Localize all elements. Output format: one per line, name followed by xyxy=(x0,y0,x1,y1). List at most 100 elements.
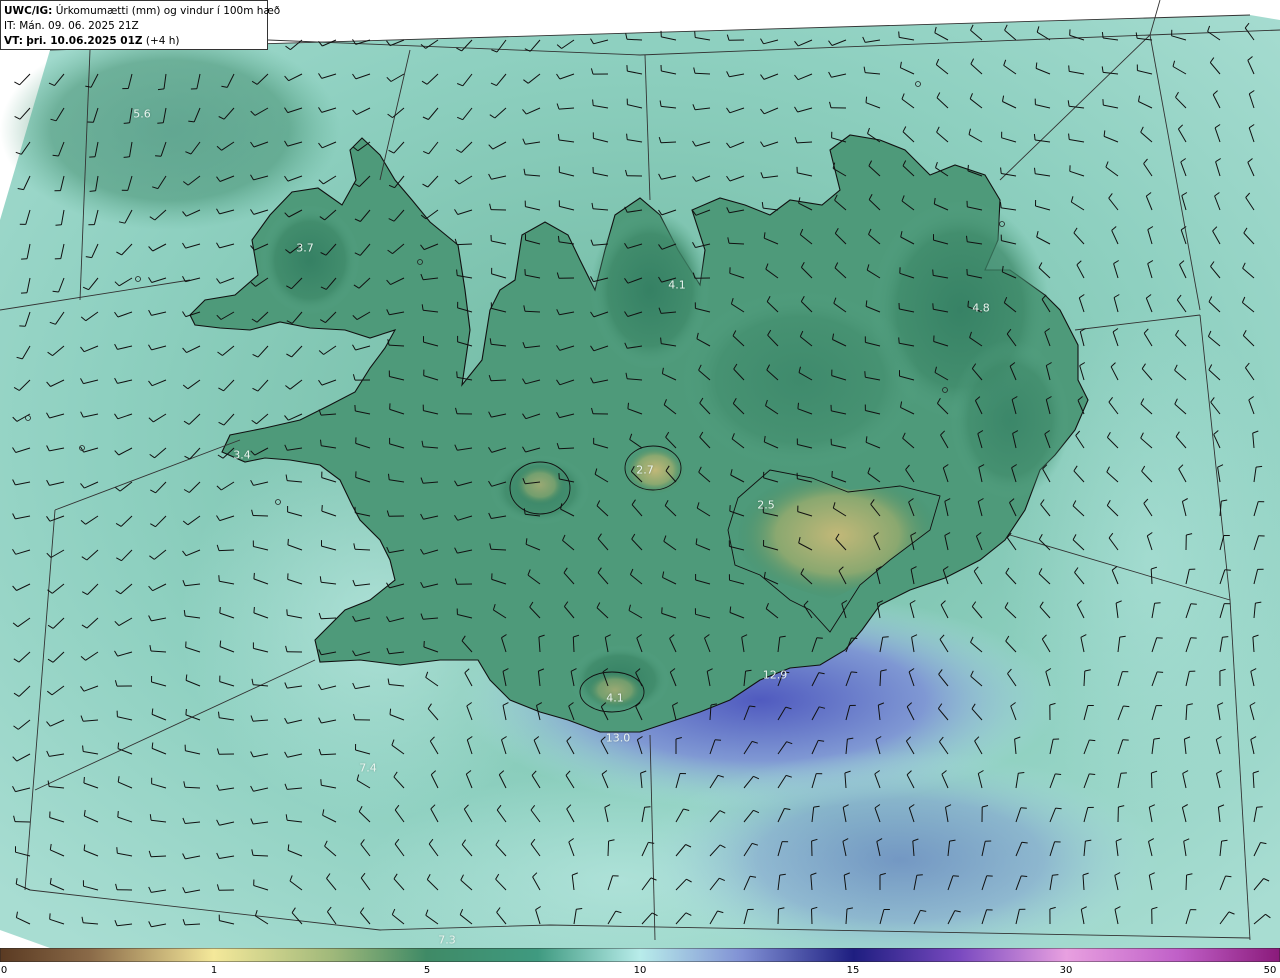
map-value-label: 7.4 xyxy=(359,761,377,775)
glacier-hofsjokull xyxy=(625,446,685,494)
colorbar-tick: 15 xyxy=(846,965,860,976)
wind-barb xyxy=(320,617,337,620)
wind-barb-feather xyxy=(151,742,154,749)
wind-barb-feather xyxy=(456,269,458,276)
wind-barb-feather xyxy=(1055,773,1062,775)
wind-barb xyxy=(490,548,507,551)
wind-barb-feather xyxy=(626,133,628,140)
colorbar-tick: 0 xyxy=(0,965,8,976)
wind-barb-feather xyxy=(576,908,583,910)
wind-barb-feather xyxy=(1052,874,1059,876)
wind-barb-feather xyxy=(320,439,322,446)
wind-barb-feather xyxy=(185,674,188,681)
wind-barb-feather xyxy=(456,371,458,378)
wind-barb-feather xyxy=(851,671,858,673)
wind-barb-feather xyxy=(52,154,59,157)
wind-barb-feather xyxy=(1157,671,1164,673)
wind-barb xyxy=(694,72,711,75)
wind-barb-feather xyxy=(321,505,323,512)
wind-barb xyxy=(777,908,779,925)
wind-barb xyxy=(218,549,235,552)
wind-barb-feather xyxy=(916,874,923,876)
wind-barb xyxy=(252,515,269,517)
map-value-label: 7.3 xyxy=(438,933,456,947)
wind-barb-feather xyxy=(932,269,934,276)
map-value-label: 12.9 xyxy=(762,668,788,682)
wind-barb-feather xyxy=(1154,602,1161,604)
wind-barb-feather xyxy=(151,708,154,715)
wind-barb-feather xyxy=(966,235,968,242)
wind-barb-feather xyxy=(1055,807,1062,810)
wind-barb-feather xyxy=(660,337,662,344)
map-value-label: 4.8 xyxy=(972,301,990,315)
wind-barb-feather xyxy=(123,122,130,124)
model-label: UWC/IG: xyxy=(4,5,53,17)
forecast-offset: (+4 h) xyxy=(145,35,180,47)
colorbar-tick: 10 xyxy=(633,965,647,976)
wind-barb xyxy=(811,908,813,925)
wind-barb-feather xyxy=(1000,167,1002,174)
wind-barb xyxy=(626,38,643,41)
wind-barb xyxy=(320,753,337,756)
map-title: Úrkomumætti (mm) og vindur í 100m hæð xyxy=(55,5,281,17)
wind-barb-feather xyxy=(55,224,62,226)
wind-barb-feather xyxy=(1256,465,1263,468)
wind-barb-feather xyxy=(116,847,118,854)
wind-barb-feather xyxy=(287,538,289,545)
wind-barb-feather xyxy=(117,811,119,818)
precip-colorbar xyxy=(0,948,1280,962)
wind-barb-feather xyxy=(117,742,120,749)
wind-barb-feather xyxy=(627,402,629,409)
wind-barb-feather xyxy=(1089,739,1096,742)
wind-barb-feather xyxy=(218,711,220,718)
wind-barb-feather xyxy=(1089,773,1096,775)
wind-barb-feather xyxy=(932,303,934,310)
wind-barb-feather xyxy=(557,235,560,242)
wind-barb-feather xyxy=(967,164,969,171)
wind-barb-feather xyxy=(851,637,858,639)
wind-barb xyxy=(1150,772,1153,789)
map-value-label: 3.4 xyxy=(233,448,251,462)
glacier-langjokull xyxy=(515,465,565,505)
wind-barb-feather xyxy=(1033,133,1036,141)
colorbar-tick: 5 xyxy=(423,965,431,976)
wind-barb-feather xyxy=(219,607,221,614)
wind-barb-feather xyxy=(388,473,390,480)
wind-barb-feather xyxy=(898,31,900,38)
wind-barb-feather xyxy=(865,300,868,307)
wind-barb-feather xyxy=(1021,875,1028,877)
wind-barb-feather xyxy=(1101,32,1104,39)
wind-barb xyxy=(524,310,541,313)
wind-barb-feather xyxy=(253,572,255,579)
wind-barb-feather xyxy=(1068,133,1070,140)
wind-barb-feather xyxy=(898,337,900,344)
wind-barb-feather xyxy=(644,806,651,808)
wind-barb-feather xyxy=(320,779,322,786)
wind-barb-feather xyxy=(592,99,594,106)
wind-barb xyxy=(572,636,575,653)
wind-barb xyxy=(252,854,269,857)
wind-barb-feather xyxy=(694,31,696,38)
wind-barb-feather xyxy=(389,708,392,715)
map-value-label: 5.6 xyxy=(133,107,151,121)
wind-barb-feather xyxy=(89,190,96,192)
wind-barb-feather xyxy=(714,739,722,741)
wind-barb-feather xyxy=(287,844,290,851)
wind-barb-feather xyxy=(1018,772,1025,774)
wind-barb-feather xyxy=(83,776,85,784)
wind-barb xyxy=(1185,874,1188,891)
wind-barb-feather xyxy=(219,640,222,647)
wind-barb-feather xyxy=(864,371,866,378)
wind-barb-feather xyxy=(1225,875,1232,878)
wind-barb-feather xyxy=(123,156,130,158)
wind-barb-feather xyxy=(729,606,732,613)
map-value-label: 3.7 xyxy=(296,241,314,255)
wind-barb xyxy=(150,855,167,858)
map-value-label: 2.7 xyxy=(636,463,654,477)
wind-barb-feather xyxy=(1035,62,1038,69)
wind-barb-feather xyxy=(155,155,162,157)
colorbar-tick: 30 xyxy=(1059,965,1073,976)
wind-barb-feather xyxy=(185,708,187,715)
wind-barb-feather xyxy=(218,575,220,582)
map-header: UWC/IG: Úrkomumætti (mm) og vindur í 100… xyxy=(0,0,280,50)
